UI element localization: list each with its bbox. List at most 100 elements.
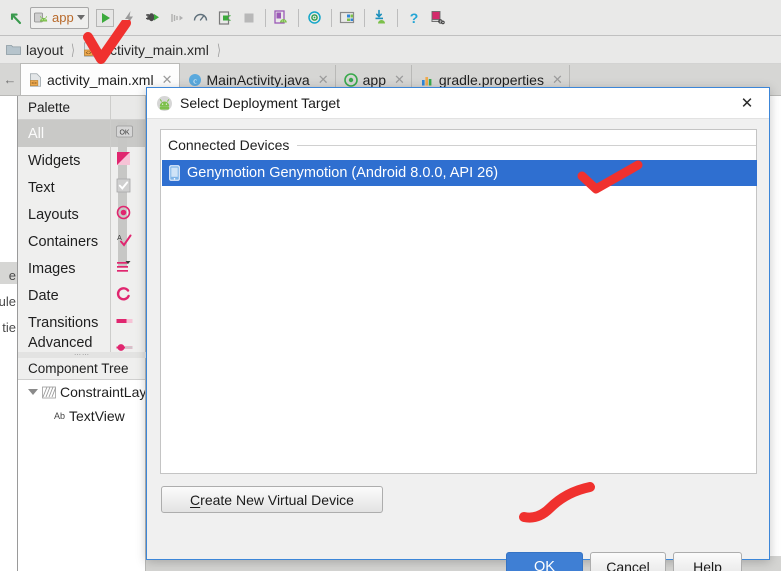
mnemonic-letter: C — [190, 491, 201, 508]
run-button[interactable] — [93, 6, 117, 30]
component-tree-node-textview[interactable]: Ab TextView — [18, 404, 145, 428]
component-tree-node-constraintlayout[interactable]: ConstraintLayout — [18, 380, 145, 404]
svg-text:c: c — [193, 76, 197, 85]
gradle-module-icon — [343, 73, 358, 87]
svg-text:?: ? — [409, 10, 418, 26]
gutter-text-fragment: ule — [0, 294, 16, 309]
palette-category-label: Advanced — [28, 336, 93, 350]
stop-button[interactable] — [237, 6, 261, 30]
select-deployment-target-dialog: Select Deployment Target ✕ Connected Dev… — [146, 87, 770, 571]
sync-gradle-button[interactable] — [303, 6, 327, 30]
component-tree-panel: Component Tree ConstraintLayout Ab TextV… — [18, 358, 146, 571]
breadcrumb-label: activity_main.xml — [102, 41, 209, 58]
ab-text-icon: Ab — [54, 411, 66, 421]
close-icon[interactable]: ✕ — [552, 72, 563, 88]
tab-label: gradle.properties — [438, 72, 544, 88]
device-file-explorer-button[interactable] — [369, 6, 393, 30]
xml-file-icon: <> — [83, 42, 97, 57]
palette-category-label: Text — [28, 179, 55, 196]
android-module-icon — [34, 11, 49, 25]
palette-split-divider[interactable] — [110, 96, 111, 354]
sdk-manager-button[interactable] — [270, 6, 294, 30]
palette-category-label: Images — [28, 260, 76, 277]
palette-widget-radiobutton[interactable] — [112, 199, 146, 226]
gutter-text-fragment: e — [8, 268, 16, 283]
palette-category-label: Date — [28, 287, 59, 304]
tab-label: MainActivity.java — [206, 72, 310, 88]
palette-widget-progressbar[interactable] — [112, 280, 146, 307]
java-class-icon: c — [188, 73, 202, 87]
palette-widget-checkbox[interactable] — [112, 172, 146, 199]
android-icon — [156, 95, 173, 112]
spinner-widget-icon — [116, 260, 132, 273]
create-new-virtual-device-label: Create New Virtual Device — [190, 492, 354, 508]
svg-text:<>: <> — [31, 80, 37, 85]
cancel-button[interactable]: Cancel — [590, 552, 666, 571]
component-tree-node-label: TextView — [69, 408, 125, 424]
progressbar-horizontal-icon — [116, 316, 133, 326]
close-icon[interactable]: ✕ — [394, 72, 405, 88]
svg-text:OK: OK — [119, 129, 129, 136]
chevron-down-icon[interactable] — [76, 15, 85, 20]
close-icon[interactable]: ✕ — [162, 72, 173, 88]
breadcrumb-separator: ⟩ — [216, 41, 221, 59]
palette-category-label: Layouts — [28, 206, 79, 223]
close-icon[interactable]: ✕ — [318, 72, 329, 88]
palette-widget-textview[interactable] — [112, 145, 146, 172]
device-list-box: Connected Devices Genymotion Genymotion … — [160, 129, 757, 474]
profiler-button[interactable] — [189, 6, 213, 30]
palette-widget-progressbar-horizontal[interactable] — [112, 307, 146, 334]
svg-text:<>: <> — [86, 50, 92, 56]
layout-inspector-button[interactable] — [426, 6, 450, 30]
toolbar-separator — [363, 8, 365, 27]
progressbar-widget-icon — [116, 286, 131, 301]
tab-label: app — [362, 72, 386, 88]
palette-category-label: All — [28, 125, 45, 142]
breadcrumb-item-layout[interactable]: layout — [6, 42, 63, 58]
help-button[interactable]: Help — [673, 552, 742, 571]
module-selector-label: app — [52, 10, 74, 25]
back-arrow-icon[interactable] — [4, 6, 28, 30]
palette-category-label: Transitions — [28, 314, 99, 331]
breadcrumb-separator: ⟩ — [71, 41, 76, 59]
close-icon[interactable]: ✕ — [725, 88, 769, 119]
button-widget-icon: OK — [116, 125, 133, 138]
properties-file-icon — [420, 73, 434, 87]
connected-devices-group-header: Connected Devices — [161, 136, 758, 154]
palette-category-label: Containers — [28, 233, 99, 250]
checkedtextview-widget-icon: A — [116, 232, 132, 247]
breadcrumb-label: layout — [26, 41, 64, 58]
palette-widget-list: OK A — [112, 118, 146, 361]
avd-manager-button[interactable] — [336, 6, 360, 30]
device-list-item-genymotion[interactable]: Genymotion Genymotion (Android 8.0.0, AP… — [162, 160, 757, 186]
debug-button[interactable] — [141, 6, 165, 30]
group-rule-line — [297, 144, 756, 146]
help-button[interactable]: ? — [402, 6, 426, 30]
breadcrumb-item-file[interactable]: <> activity_main.xml — [83, 42, 209, 58]
xml-file-icon: <> — [29, 72, 42, 87]
tabs-scroll-left-icon[interactable]: ← — [0, 63, 20, 95]
triangle-down-icon[interactable] — [28, 389, 38, 395]
attach-debugger-button[interactable] — [213, 6, 237, 30]
component-tree-node-label: ConstraintLayout — [60, 384, 145, 400]
palette-category-label: Widgets — [28, 152, 81, 169]
main-toolbar: app ? — [0, 0, 781, 36]
step-over-button[interactable] — [165, 6, 189, 30]
dialog-body: Connected Devices Genymotion Genymotion … — [147, 119, 769, 571]
component-tree-header: Component Tree — [18, 358, 145, 380]
toolbar-separator — [396, 8, 398, 27]
dialog-title: Select Deployment Target — [180, 95, 341, 111]
module-selector[interactable]: app — [30, 6, 89, 29]
textview-widget-icon — [116, 151, 131, 166]
radiobutton-widget-icon — [116, 205, 131, 220]
toolbar-separator — [297, 8, 299, 27]
apply-changes-button[interactable] — [117, 6, 141, 30]
palette-widget-checkedtextview[interactable]: A — [112, 226, 146, 253]
gutter-text-fragment: tie — [2, 320, 16, 335]
palette-widget-button[interactable]: OK — [112, 118, 146, 145]
palette-header: Palette — [18, 96, 145, 120]
create-new-virtual-device-button[interactable]: Create New Virtual Device — [161, 486, 383, 513]
palette-widget-spinner[interactable] — [112, 253, 146, 280]
ok-button[interactable]: OK — [506, 552, 583, 571]
toolbar-separator — [264, 8, 266, 27]
